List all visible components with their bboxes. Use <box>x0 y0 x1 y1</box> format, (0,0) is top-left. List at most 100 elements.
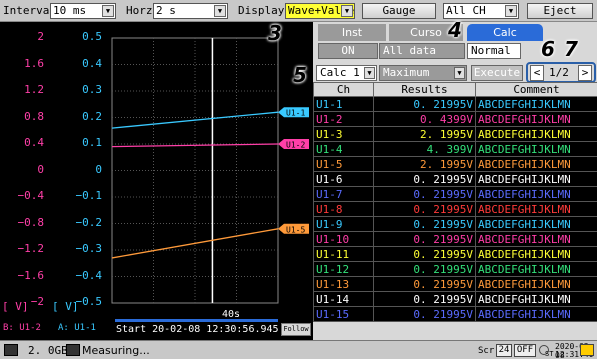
table-row[interactable]: U1-8 0. 21995V ABCDEFGHIJKLMN <box>313 201 597 217</box>
cell-result: 0. 21995V <box>373 306 476 322</box>
table-row[interactable]: U1-10 0. 21995V ABCDEFGHIJKLMN <box>313 231 597 247</box>
table-row[interactable]: U1-13 0. 21995V ABCDEFGHIJKLMN <box>313 276 597 292</box>
header-comment: Comment <box>475 82 597 97</box>
cell-ch: U1-1 <box>313 96 374 112</box>
start-timestamp: Start 20-02-08 12:30:56.945 <box>116 324 279 335</box>
normal-value: Normal <box>471 44 511 57</box>
table-row[interactable]: U1-1 0. 21995V ABCDEFGHIJKLMN <box>313 96 597 112</box>
cell-comment: ABCDEFGHIJKLMN <box>475 156 597 172</box>
callout-7: 7 <box>564 37 578 61</box>
tab-calc[interactable]: Calc <box>467 24 543 41</box>
cell-result: 0. 21995V <box>373 186 476 202</box>
cell-comment: ABCDEFGHIJKLMN <box>475 261 597 277</box>
cell-comment: ABCDEFGHIJKLMN <box>475 141 597 157</box>
cell-comment: ABCDEFGHIJKLMN <box>475 246 597 262</box>
cell-comment: ABCDEFGHIJKLMN <box>475 291 597 307</box>
cell-comment: ABCDEFGHIJKLMN <box>475 306 597 322</box>
trace-tag-label: U1-1 <box>286 109 305 118</box>
table-row[interactable]: U1-14 0. 21995V ABCDEFGHIJKLMN <box>313 291 597 307</box>
table-row[interactable]: U1-7 0. 21995V ABCDEFGHIJKLMN <box>313 186 597 202</box>
storage-capacity: 2. 0GB <box>28 344 68 357</box>
chevron-down-icon: ▼ <box>364 67 375 79</box>
axis-a-channel: A: U1-1 <box>58 323 96 333</box>
power-icon <box>580 344 594 356</box>
follow-button[interactable]: Follow <box>281 323 311 336</box>
callout-5: 5 <box>293 63 307 87</box>
table-row[interactable]: U1-5 2. 1995V ABCDEFGHIJKLMN <box>313 156 597 172</box>
time-scroll-bar[interactable] <box>115 319 278 322</box>
display-select[interactable]: Wave+Value ▼ <box>285 3 355 19</box>
interval-value: 10 ms <box>53 4 87 17</box>
cell-comment: ABCDEFGHIJKLMN <box>475 201 597 217</box>
execute-button[interactable]: Execute <box>471 65 523 81</box>
cell-ch: U1-13 <box>313 276 374 292</box>
interval-select[interactable]: 10 ms ▼ <box>50 3 116 19</box>
cell-result: 0. 21995V <box>373 246 476 262</box>
cell-result: 0. 4399V <box>373 111 476 127</box>
trace-tag-label: U1-2 <box>286 141 305 150</box>
prev-page-button[interactable]: < <box>530 65 544 81</box>
header-results: Results <box>373 82 476 97</box>
cell-result: 0. 21995V <box>373 171 476 187</box>
interval-label: Interval <box>3 4 56 17</box>
table-row[interactable]: U1-15 0. 21995V ABCDEFGHIJKLMN <box>313 306 597 322</box>
cell-result: 0. 21995V <box>373 231 476 247</box>
table-row[interactable]: U1-2 0. 4399V ABCDEFGHIJKLMN <box>313 111 597 127</box>
gauge-button[interactable]: Gauge <box>362 3 436 19</box>
cell-ch: U1-15 <box>313 306 374 322</box>
cell-ch: U1-11 <box>313 246 374 262</box>
table-header-row: Ch Results Comment <box>313 82 597 97</box>
chevron-down-icon: ▼ <box>214 5 226 17</box>
calc-function-select[interactable]: Maximum ▼ <box>379 65 467 81</box>
table-row[interactable]: U1-9 0. 21995V ABCDEFGHIJKLMN <box>313 216 597 232</box>
st-label: ST <box>545 350 554 358</box>
calc-function-value: Maximum <box>383 66 430 79</box>
table-row[interactable]: U1-4 4. 399V ABCDEFGHIJKLMN <box>313 141 597 157</box>
calc-number-value: Calc 1 <box>320 66 360 79</box>
cell-comment: ABCDEFGHIJKLMN <box>475 216 597 232</box>
cell-result: 2. 1995V <box>373 156 476 172</box>
top-toolbar: Interval 10 ms ▼ Horz 2 s ▼ Display Wave… <box>0 0 597 22</box>
waveform-graph[interactable]: 2 1.6 1.2 0.8 0.4 0 −0.4 −0.8 −1.2 −1.6 −2 0.5 0.4 0… <box>0 22 313 340</box>
number-24-badge: 24 <box>496 344 512 357</box>
callout-6: 6 <box>541 37 555 61</box>
table-row[interactable]: U1-3 2. 1995V ABCDEFGHIJKLMN <box>313 126 597 142</box>
cell-result: 0. 21995V <box>373 276 476 292</box>
chevron-down-icon: ▼ <box>454 67 465 79</box>
cell-ch: U1-3 <box>313 126 374 142</box>
cell-comment: ABCDEFGHIJKLMN <box>475 96 597 112</box>
normal-select[interactable]: Normal <box>467 43 521 59</box>
cell-ch: U1-14 <box>313 291 374 307</box>
axis-b-channel: B: U1-2 <box>3 323 41 333</box>
cell-ch: U1-4 <box>313 141 374 157</box>
cell-ch: U1-5 <box>313 156 374 172</box>
calc-number-select[interactable]: Calc 1 ▼ <box>316 65 377 81</box>
cell-ch: U1-6 <box>313 171 374 187</box>
cell-comment: ABCDEFGHIJKLMN <box>475 111 597 127</box>
table-row[interactable]: U1-12 0. 21995V ABCDEFGHIJKLMN <box>313 261 597 277</box>
table-row[interactable]: U1-6 0. 21995V ABCDEFGHIJKLMN <box>313 171 597 187</box>
cell-ch: U1-7 <box>313 186 374 202</box>
cell-result: 0. 21995V <box>373 291 476 307</box>
measuring-status: Measuring... <box>82 344 150 357</box>
cell-result: 4. 399V <box>373 141 476 157</box>
callout-3: 3 <box>268 21 282 45</box>
cell-result: 0. 21995V <box>373 261 476 277</box>
tab-inst[interactable]: Inst <box>318 24 386 41</box>
storage-icon <box>4 344 18 356</box>
header-ch: Ch <box>313 82 374 97</box>
channel-select[interactable]: All CH ▼ <box>443 3 519 19</box>
cell-comment: ABCDEFGHIJKLMN <box>475 186 597 202</box>
chevron-down-icon: ▼ <box>341 5 353 17</box>
cell-comment: ABCDEFGHIJKLMN <box>475 276 597 292</box>
cell-ch: U1-2 <box>313 111 374 127</box>
on-button[interactable]: ON <box>318 43 378 59</box>
cell-result: 0. 21995V <box>373 96 476 112</box>
table-row[interactable]: U1-11 0. 21995V ABCDEFGHIJKLMN <box>313 246 597 262</box>
horz-select[interactable]: 2 s ▼ <box>153 3 228 19</box>
next-page-button[interactable]: > <box>578 65 592 81</box>
eject-button[interactable]: Eject <box>527 3 593 19</box>
cell-result: 0. 21995V <box>373 216 476 232</box>
data-range-select[interactable]: All data <box>379 43 465 59</box>
cell-ch: U1-9 <box>313 216 374 232</box>
